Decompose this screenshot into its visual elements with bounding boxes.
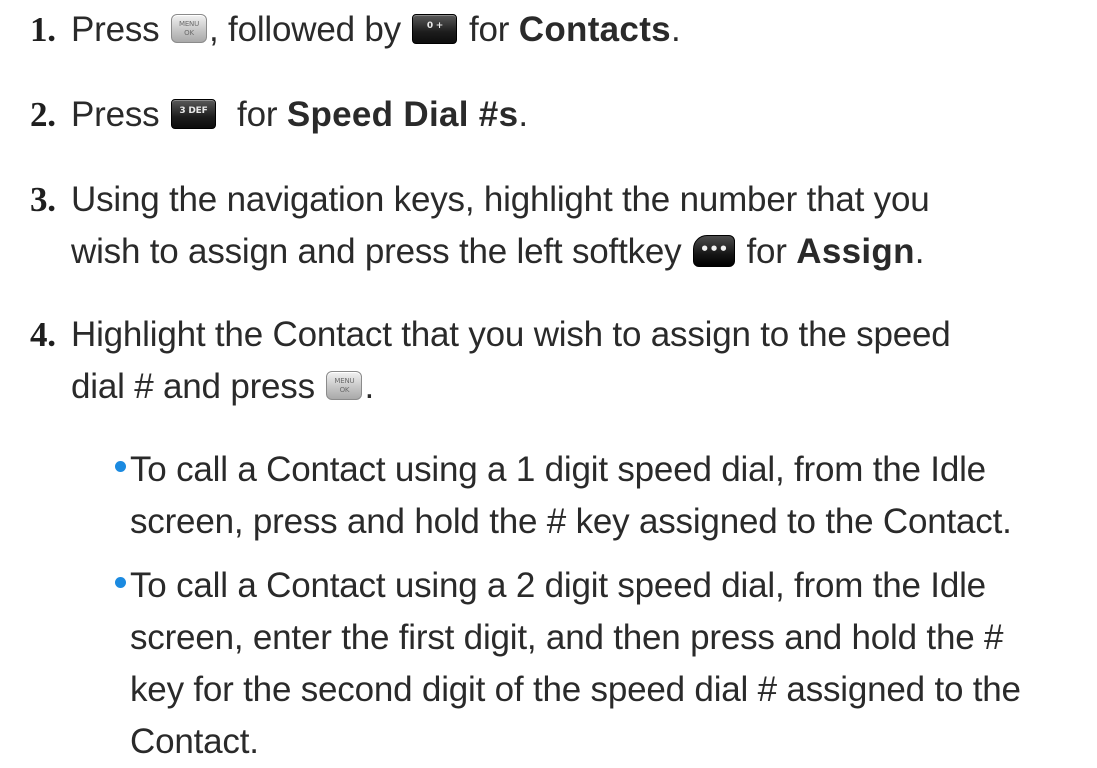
menu-term: Contacts (518, 10, 671, 49)
step-2: 2. Press 3 DEF for Speed Dial #s. (30, 89, 528, 141)
bullet-text: To call a Contact using a 2 digit speed … (130, 566, 986, 605)
step-text: Highlight the Contact that you wish to a… (71, 315, 951, 354)
key-0-icon: 0 + (412, 13, 458, 44)
step-number: 3. (30, 180, 56, 219)
step-text: Press (71, 95, 169, 134)
bullet-text: Contact. (130, 722, 259, 761)
step-text: wish to assign and press the left softke… (71, 232, 691, 271)
step-text: for (459, 10, 519, 49)
step-4: 4. Highlight the Contact that you wish to… (30, 309, 951, 413)
bullet-text: key for the second digit of the speed di… (130, 670, 1021, 709)
step-text: Using the navigation keys, highlight the… (71, 180, 930, 219)
step-text: . (914, 232, 925, 271)
menu-term: Assign (796, 232, 915, 271)
key-3-icon: 3 DEF (171, 98, 216, 129)
bullet-dot-icon (115, 577, 126, 588)
bullet-item-2: To call a Contact using a 2 digit speed … (115, 560, 1021, 768)
step-text: Press (71, 10, 169, 49)
step-3: 3. Using the navigation keys, highlight t… (30, 174, 930, 278)
bullet-text: screen, press and hold the # key assigne… (130, 502, 1012, 541)
bullet-item-1: To call a Contact using a 1 digit speed … (115, 444, 1012, 548)
step-text: . (364, 367, 374, 406)
step-1: 1. Press MENU OK, followed by 0 + for Cont… (30, 4, 681, 56)
step-text: dial # and press (71, 367, 325, 406)
step-number: 1. (30, 10, 56, 49)
left-softkey-icon: ••• (692, 234, 735, 267)
step-text: , followed by (209, 10, 411, 49)
step-text: . (518, 95, 528, 134)
menu-ok-key-icon: MENU OK (171, 14, 207, 44)
step-number: 4. (30, 315, 56, 354)
bullet-dot-icon (115, 461, 126, 472)
bullet-text: screen, enter the first digit, and then … (130, 618, 1004, 657)
menu-term: Speed Dial #s (286, 95, 519, 134)
step-text: . (670, 10, 681, 49)
step-text: for (218, 95, 287, 134)
menu-ok-key-icon: MENU OK (326, 371, 363, 401)
bullet-text: To call a Contact using a 1 digit speed … (130, 450, 986, 489)
instruction-page: 1. Press MENU OK, followed by 0 + for Cont… (0, 0, 1097, 761)
step-text: for (736, 232, 797, 271)
step-number: 2. (30, 95, 56, 134)
